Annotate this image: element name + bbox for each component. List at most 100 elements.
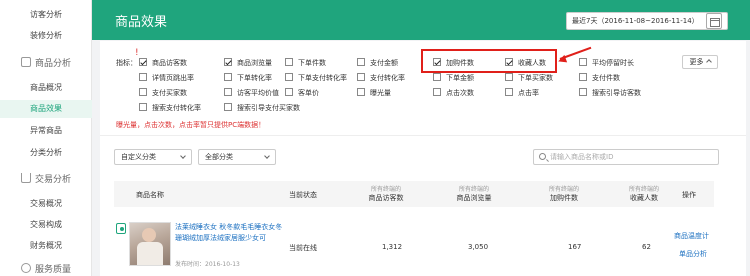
checkbox[interactable] [139, 88, 147, 96]
goods-icon [20, 57, 31, 67]
indicator-option[interactable]: 支付件数 [579, 73, 620, 84]
checkbox[interactable] [505, 88, 513, 96]
checkbox[interactable] [579, 73, 587, 81]
checkbox[interactable] [579, 88, 587, 96]
product-tag-icon[interactable] [116, 223, 126, 234]
sidebar-item-category-analysis[interactable]: 分类分析 [0, 144, 92, 162]
checkbox[interactable] [285, 58, 293, 66]
chevron-down-icon [180, 153, 186, 159]
all-category-select[interactable]: 全部分类 [198, 149, 276, 165]
sidebar-item-finance-overview[interactable]: 财务概况 [0, 237, 92, 255]
indicator-option[interactable]: 下单件数 [285, 58, 326, 69]
indicator-option[interactable]: 点击率 [505, 88, 539, 99]
indicator-option-label: 商品访客数 [152, 59, 187, 67]
product-thumbnail[interactable] [129, 222, 171, 266]
indicator-option[interactable]: 商品浏览量 [224, 58, 272, 69]
checkbox[interactable] [224, 73, 232, 81]
col-header-main: 加购件数 [550, 194, 578, 202]
checkbox[interactable] [357, 73, 365, 81]
sidebar-group-label: 交易分析 [34, 175, 71, 185]
sidebar-group-goods[interactable]: 商品分析 [0, 54, 92, 74]
checkbox[interactable] [505, 73, 513, 81]
sidebar-group-service[interactable]: 服务质量 [0, 260, 92, 276]
calendar-icon[interactable] [706, 13, 722, 29]
category-select-value: 自定义分类 [121, 153, 156, 161]
col-header-fav[interactable]: 所有终端的 收藏人数 [614, 184, 674, 203]
col-header-op: 操作 [682, 191, 696, 199]
indicator-option-label: 点击率 [518, 89, 539, 97]
checkbox[interactable] [433, 88, 441, 96]
cell-status: 当前在线 [289, 244, 317, 252]
indicator-option[interactable]: 详情页跳出率 [139, 73, 194, 84]
indicator-label: 指标： [116, 59, 137, 67]
indicator-option[interactable]: 下单转化率 [224, 73, 272, 84]
checkbox[interactable] [285, 88, 293, 96]
indicator-option[interactable]: 支付买家数 [139, 88, 187, 99]
page-title: 商品效果 [115, 15, 168, 30]
col-header-cart[interactable]: 所有终端的 加购件数 [534, 184, 594, 203]
sidebar-group-label: 服务质量 [34, 265, 71, 275]
indicator-option[interactable]: 下单买家数 [505, 73, 553, 84]
indicator-option[interactable]: 平均停留时长 [579, 58, 634, 69]
indicator-option[interactable]: 曝光量 [357, 88, 391, 99]
checkbox[interactable] [579, 58, 587, 66]
indicator-option[interactable]: 搜索引导支付买家数 [224, 103, 300, 114]
col-header-main: 商品访客数 [368, 194, 404, 202]
col-header-views[interactable]: 所有终端的 商品浏览量 [444, 184, 504, 203]
indicator-option[interactable]: 下单金额 [433, 73, 474, 84]
col-header-name: 商品名称 [136, 191, 164, 199]
sidebar-item-goods-effect[interactable]: 商品效果 [0, 100, 92, 118]
sidebar-item-trade-overview[interactable]: 交易概况 [0, 195, 92, 213]
col-header-status: 当前状态 [289, 191, 317, 199]
search-box[interactable] [533, 149, 719, 165]
indicator-option[interactable]: 下单支付转化率 [285, 73, 347, 84]
checkbox[interactable] [139, 58, 147, 66]
indicator-option-label: 下单金额 [446, 74, 474, 82]
checkbox[interactable] [433, 73, 441, 81]
indicator-option[interactable]: 商品访客数 [139, 58, 187, 69]
sidebar-item-goods-overview[interactable]: 商品概况 [0, 79, 92, 97]
sidebar-item-abnormal-goods[interactable]: 异常商品 [0, 122, 92, 140]
table-row: 法莱绒睡衣女 秋冬款毛毛睡衣女冬 珊瑚绒加厚法绒家居服少女可 发布时间：2016… [114, 213, 714, 273]
checkbox[interactable] [224, 103, 232, 111]
page-header: 商品效果 最近7天（2016-11-08~2016-11-14） [92, 0, 750, 40]
indicator-option[interactable]: 搜索支付转化率 [139, 103, 201, 114]
sidebar-group-trade[interactable]: 交易分析 [0, 170, 92, 190]
checkbox[interactable] [139, 73, 147, 81]
alert-mark: ! [135, 48, 139, 58]
indicator-option-label: 支付转化率 [370, 74, 405, 82]
col-header-visitors[interactable]: 所有终端的 商品访客数 [356, 184, 416, 203]
indicator-option-label: 下单支付转化率 [298, 74, 347, 82]
indicator-option[interactable]: 支付金额 [357, 58, 398, 69]
sidebar-item-decoration-analysis[interactable]: 装修分析 [0, 27, 92, 45]
indicator-option-label: 详情页跳出率 [152, 74, 194, 82]
col-header-main: 收藏人数 [630, 194, 658, 202]
indicator-option[interactable]: 点击次数 [433, 88, 474, 99]
cell-fav: 62 [642, 243, 651, 251]
chevron-up-icon [705, 59, 712, 65]
service-icon [20, 263, 31, 273]
checkbox[interactable] [224, 58, 232, 66]
sidebar-item-visitor-analysis[interactable]: 访客分析 [0, 6, 92, 24]
indicator-option[interactable]: 支付转化率 [357, 73, 405, 84]
all-category-select-value: 全部分类 [205, 153, 233, 161]
col-header-sub: 所有终端的 [370, 186, 401, 193]
indicator-option[interactable]: 搜索引导访客数 [579, 88, 641, 99]
checkbox[interactable] [285, 73, 293, 81]
checkbox[interactable] [224, 88, 232, 96]
indicator-option[interactable]: 访客平均价值 [224, 88, 279, 99]
indicator-option[interactable]: 客单价 [285, 88, 319, 99]
checkbox[interactable] [357, 88, 365, 96]
product-name-link[interactable]: 法莱绒睡衣女 秋冬款毛毛睡衣女冬 珊瑚绒加厚法绒家居服少女可 [175, 222, 287, 244]
single-goods-analysis-link[interactable]: 单品分析 [679, 249, 707, 259]
search-icon [539, 153, 546, 160]
checkbox[interactable] [357, 58, 365, 66]
goods-thermometer-link[interactable]: 商品温度计 [674, 231, 709, 241]
search-input[interactable] [550, 150, 716, 164]
category-select[interactable]: 自定义分类 [114, 149, 192, 165]
sidebar-item-trade-composition[interactable]: 交易构成 [0, 216, 92, 234]
publish-time: 发布时间：2016-10-13 [175, 261, 240, 268]
more-button[interactable]: 更多 [682, 55, 718, 69]
checkbox[interactable] [139, 103, 147, 111]
date-range-picker[interactable]: 最近7天（2016-11-08~2016-11-14） [566, 12, 728, 30]
